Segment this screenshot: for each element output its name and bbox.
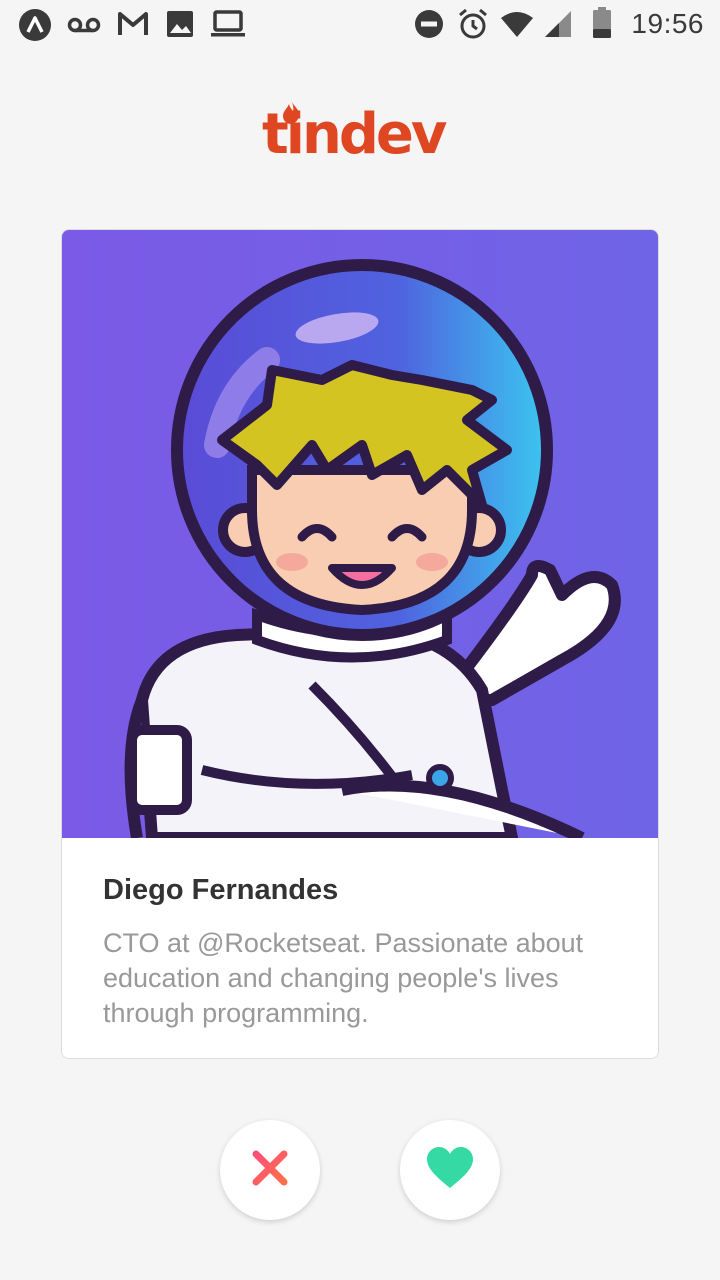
profile-name: Diego Fernandes: [103, 874, 339, 906]
close-x-icon: [250, 1148, 290, 1193]
profile-avatar: [62, 230, 658, 838]
logo-wordmark: tindev: [262, 102, 447, 167]
profile-bio: CTO at @Rocketseat. Passionate about edu…: [103, 928, 584, 1028]
like-button[interactable]: [400, 1120, 500, 1220]
status-bar: 19:56: [0, 0, 720, 50]
voicemail-icon: [67, 12, 101, 43]
gmail-icon: [117, 11, 149, 42]
wifi-icon: [500, 10, 534, 43]
tindev-logo: tindev: [262, 98, 462, 172]
cell-signal-icon: [544, 10, 572, 43]
profile-info: Diego Fernandes CTO at @Rocketseat. Pass…: [62, 838, 658, 1058]
do-not-disturb-icon: [414, 9, 444, 44]
profile-card[interactable]: Diego Fernandes CTO at @Rocketseat. Pass…: [61, 229, 659, 1059]
heart-icon: [425, 1146, 475, 1195]
battery-icon: [592, 7, 612, 44]
app-launcher-icon: [18, 8, 52, 47]
laptop-icon: [210, 10, 246, 43]
astronaut-avatar: [124, 259, 621, 838]
alarm-icon: [457, 8, 489, 45]
dislike-button[interactable]: [220, 1120, 320, 1220]
status-time: 19:56: [631, 8, 704, 39]
image-icon: [166, 10, 194, 43]
